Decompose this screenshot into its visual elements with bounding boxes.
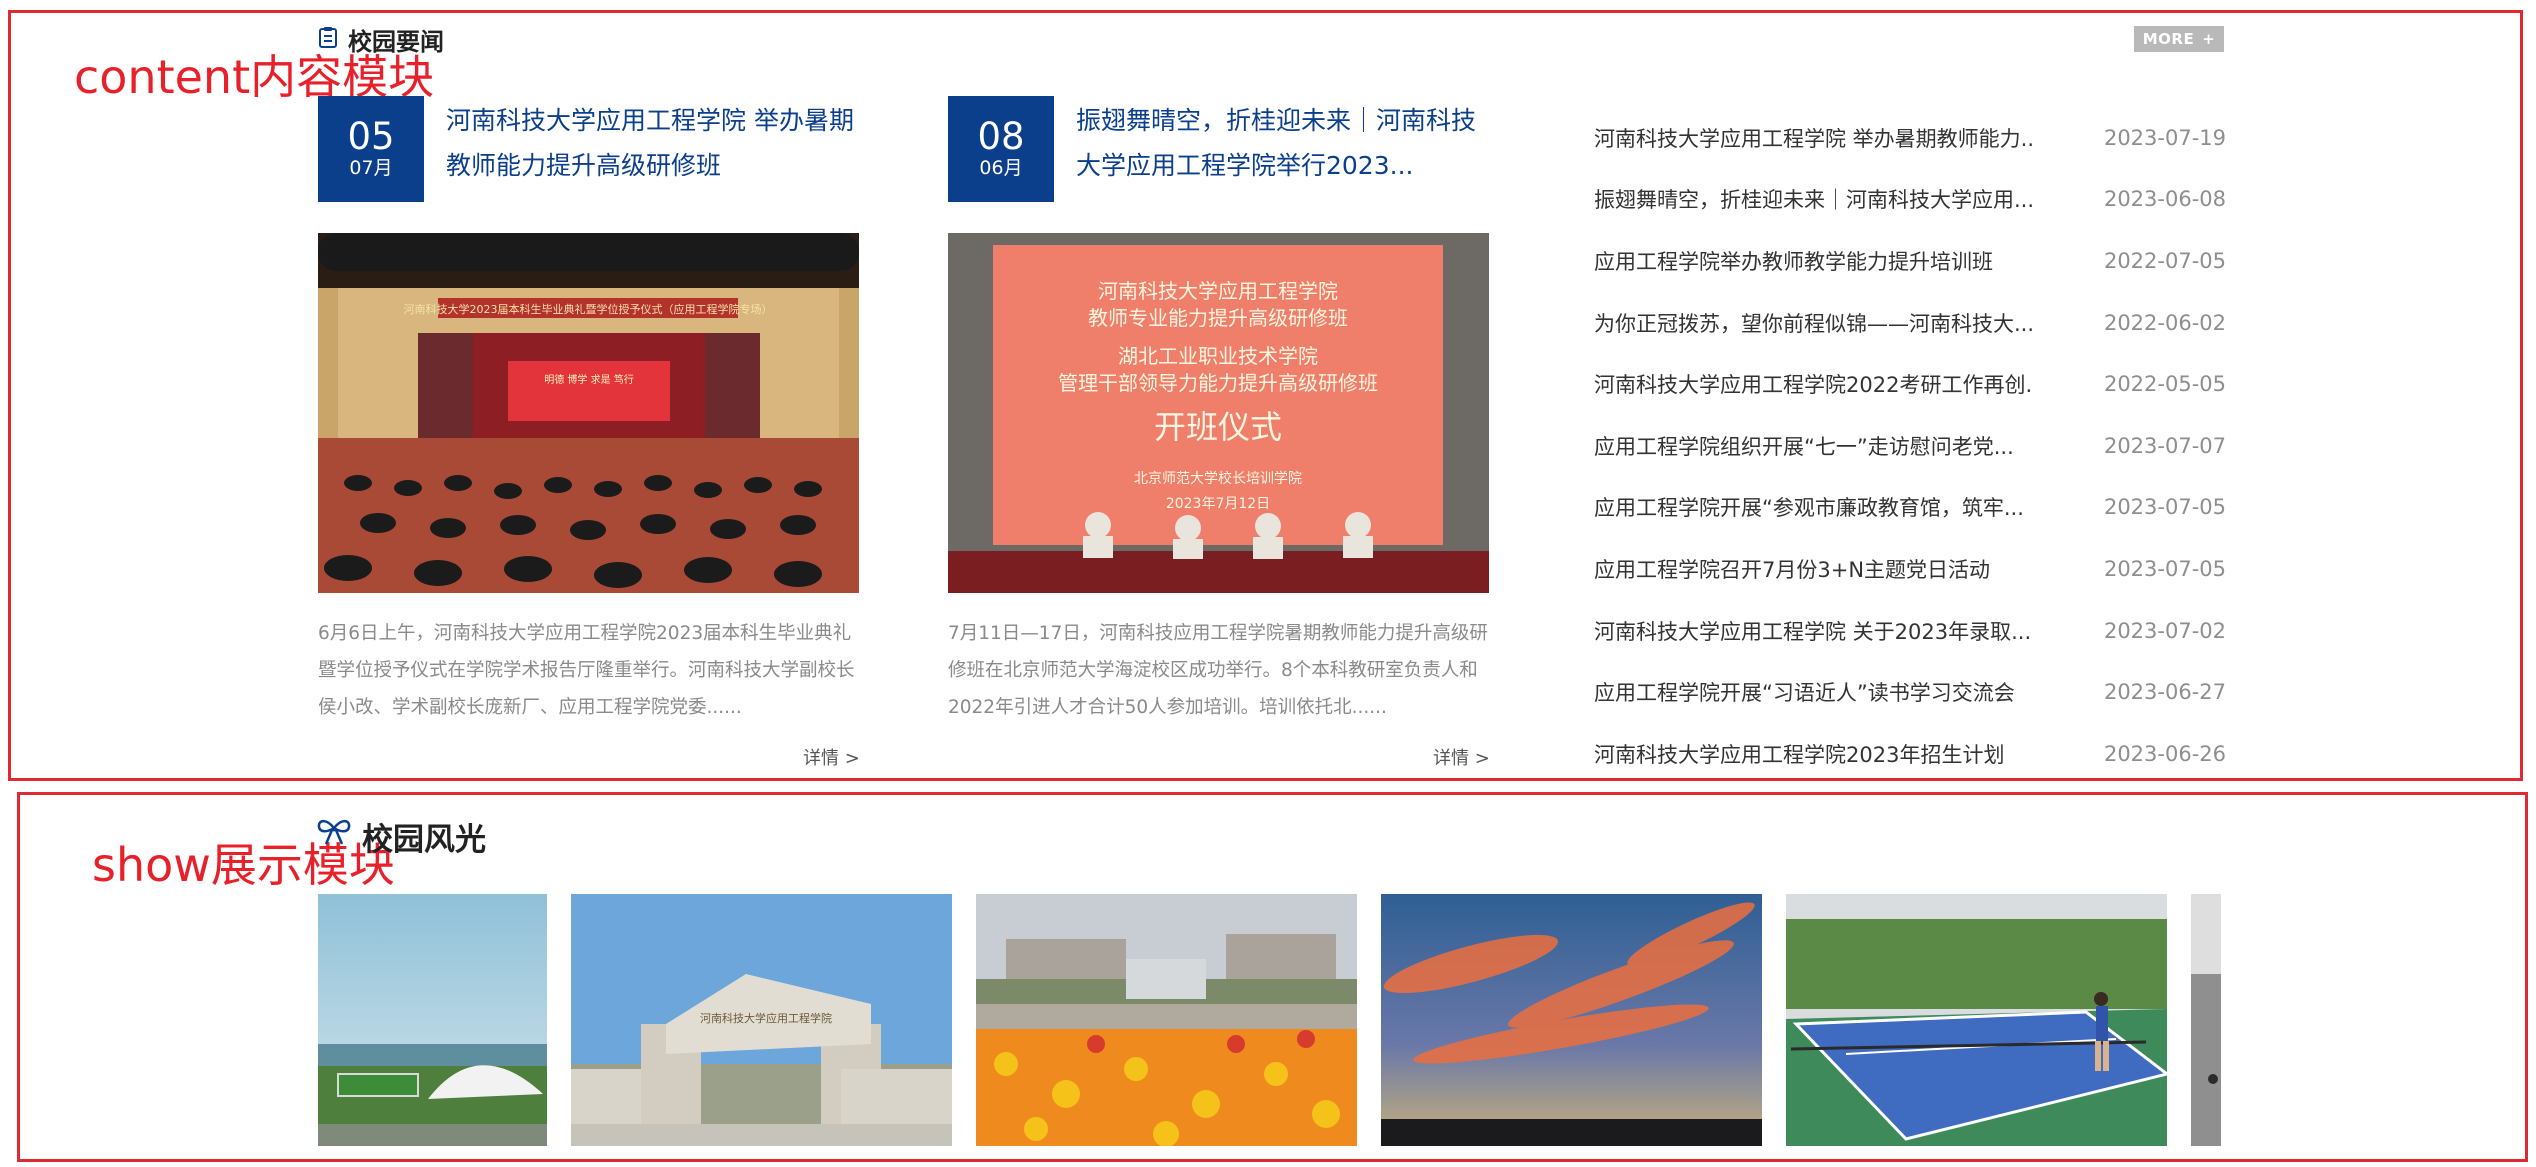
news-item-date: 2023-07-19 [2103, 125, 2226, 150]
clipboard-icon [319, 27, 337, 48]
news-item-title: 河南科技大学应用工程学院 关于2023年录取... [1594, 619, 2032, 644]
news-list-item[interactable]: 应用工程学院组织开展“七一”走访慰问老党... 2023-07-07 [1594, 415, 2226, 477]
featured-title[interactable]: 振翅舞晴空，折桂迎未来｜河南科技大学应用工程学院举行2023... [1076, 98, 1496, 188]
news-item-date: 2023-07-05 [2103, 495, 2226, 520]
screen-line: 河南科技大学应用工程学院 [1098, 279, 1338, 303]
featured-date-month: 06月 [979, 157, 1023, 180]
news-item-date: 2023-06-26 [2103, 741, 2226, 766]
news-item-date: 2023-07-05 [2103, 556, 2226, 581]
news-item-date: 2023-06-27 [2103, 680, 2226, 705]
news-item-date: 2022-06-02 [2103, 310, 2226, 335]
gallery-photo-lake-stadium[interactable] [318, 894, 547, 1146]
featured-detail-link[interactable]: 详情 > [1433, 744, 1490, 770]
screen-line: 管理干部领导力能力提升高级研修班 [1058, 371, 1378, 395]
news-item-date: 2022-07-05 [2103, 248, 2226, 273]
featured-title[interactable]: 河南科技大学应用工程学院 举办暑期教师能力提升高级研修班 [446, 98, 866, 188]
news-item-title: 振翅舞晴空，折桂迎未来｜河南科技大学应用... [1594, 188, 2034, 213]
more-label: MORE [2142, 30, 2195, 48]
news-item-date: 2022-05-05 [2103, 372, 2226, 397]
plus-icon: + [2202, 30, 2216, 48]
featured-date-day: 05 [347, 115, 395, 159]
screen-line: 2023年7月12日 [1166, 496, 1270, 512]
gallery-photo-partial[interactable] [2191, 894, 2221, 1146]
news-item-date: 2023-07-02 [2103, 618, 2226, 643]
screen-line: 湖北工业职业技术学院 [1118, 344, 1318, 368]
news-item-title: 河南科技大学应用工程学院2023年招生计划 [1594, 742, 2005, 767]
featured-date-badge: 05 07月 [318, 96, 424, 202]
news-list: 河南科技大学应用工程学院 举办暑期教师能力... 2023-07-19 振翅舞晴空… [1594, 107, 2226, 785]
featured-summary: 6月6日上午，河南科技大学应用工程学院2023届本科生毕业典礼暨学位授予仪式在学… [318, 623, 855, 718]
training-opening-photo[interactable]: 河南科技大学应用工程学院 教师专业能力提升高级研修班 湖北工业职业技术学院 管理… [948, 233, 1489, 593]
gallery-photo-sunset-sky[interactable] [1381, 894, 1762, 1146]
gallery-photo-campus-gate[interactable]: 河南科技大学应用工程学院 [571, 894, 952, 1146]
graduation-ceremony-photo[interactable]: 河南科技大学2023届本科生毕业典礼暨学位授予仪式（应用工程学院专场） 明德 博… [318, 233, 859, 593]
show-section-title: 校园风光 [362, 822, 486, 858]
featured-date-month: 07月 [349, 157, 393, 180]
featured-detail-link[interactable]: 详情 > [803, 744, 860, 770]
show-module-annotation: show展示模块 [92, 838, 395, 892]
news-section-title: 校园要闻 [348, 28, 444, 56]
content-module-annotation: content内容模块 [74, 50, 435, 104]
news-item-title: 为你正冠拨苏，望你前程似锦——河南科技大... [1594, 311, 2034, 336]
news-list-item[interactable]: 河南科技大学应用工程学院 举办暑期教师能力... 2023-07-19 [1594, 107, 2226, 169]
news-item-title: 应用工程学院组织开展“七一”走访慰问老党... [1594, 434, 2014, 459]
news-item-date: 2023-06-08 [2103, 187, 2226, 212]
news-list-item[interactable]: 河南科技大学应用工程学院2022考研工作再创... 2022-05-05 [1594, 353, 2226, 415]
news-item-title: 河南科技大学应用工程学院 举办暑期教师能力... [1594, 126, 2034, 151]
news-list-item[interactable]: 河南科技大学应用工程学院 关于2023年录取... 2023-07-02 [1594, 600, 2226, 662]
news-list-item[interactable]: 应用工程学院举办教师教学能力提升培训班 2022-07-05 [1594, 230, 2226, 292]
news-item-date: 2023-07-07 [2103, 433, 2226, 458]
news-list-item[interactable]: 应用工程学院开展“习语近人”读书学习交流会 2023-06-27 [1594, 661, 2226, 723]
gallery-photo-flower-garden[interactable] [976, 894, 1357, 1146]
news-list-item[interactable]: 振翅舞晴空，折桂迎未来｜河南科技大学应用... 2023-06-08 [1594, 169, 2226, 231]
gallery-photo-tennis-court[interactable] [1786, 894, 2167, 1146]
featured-date-badge: 08 06月 [948, 96, 1054, 202]
stage-screen-text: 明德 博学 求是 笃行 [544, 373, 634, 386]
news-item-title: 应用工程学院开展“参观市廉政教育馆，筑牢... [1594, 496, 2024, 521]
news-list-item[interactable]: 河南科技大学应用工程学院2023年招生计划 2023-06-26 [1594, 723, 2226, 785]
more-button[interactable]: MORE + [2134, 26, 2224, 52]
news-list-item[interactable]: 为你正冠拨苏，望你前程似锦——河南科技大... 2022-06-02 [1594, 292, 2226, 354]
screen-line: 开班仪式 [1154, 408, 1282, 446]
news-list-item[interactable]: 应用工程学院开展“参观市廉政教育馆，筑牢... 2023-07-05 [1594, 477, 2226, 539]
stage-banner-text: 河南科技大学2023届本科生毕业典礼暨学位授予仪式（应用工程学院专场） [404, 302, 773, 316]
featured-summary: 7月11日—17日，河南科技应用工程学院暑期教师能力提升高级研修班在北京师范大学… [948, 623, 1488, 718]
news-item-title: 应用工程学院举办教师教学能力提升培训班 [1594, 249, 1993, 274]
news-item-title: 河南科技大学应用工程学院2022考研工作再创... [1594, 373, 2034, 398]
news-item-title: 应用工程学院开展“习语近人”读书学习交流会 [1594, 681, 2015, 706]
screen-line: 北京师范大学校长培训学院 [1134, 470, 1302, 487]
bow-icon [317, 819, 351, 845]
gate-sign-text: 河南科技大学应用工程学院 [700, 1011, 832, 1025]
screen-line: 教师专业能力提升高级研修班 [1088, 306, 1348, 330]
news-list-item[interactable]: 应用工程学院召开7月份3+N主题党日活动 2023-07-05 [1594, 538, 2226, 600]
featured-date-day: 08 [977, 115, 1025, 159]
news-item-title: 应用工程学院召开7月份3+N主题党日活动 [1594, 557, 1991, 582]
